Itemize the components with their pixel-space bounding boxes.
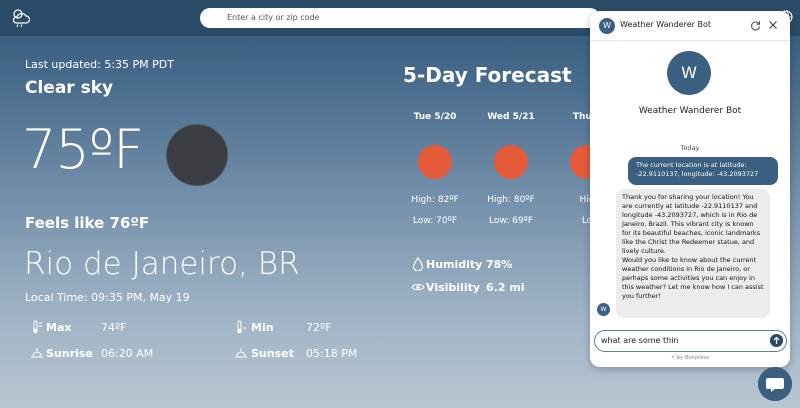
- weather-condition: Clear sky: [25, 78, 114, 98]
- humidity-value: 78%: [486, 258, 513, 271]
- bot-message-text: Thank you for sharing your location! You…: [622, 193, 761, 255]
- bot-avatar-small: W: [597, 303, 610, 316]
- forecast-weather-icon: [418, 145, 452, 179]
- humidity-label: Humidity: [426, 258, 483, 271]
- forecast-day: Wed 5/21: [487, 112, 535, 122]
- sunset-label: Sunset: [251, 347, 294, 360]
- forecast-day: Tue 5/20: [413, 112, 457, 122]
- bot-message-text: Would you like to know about the current…: [622, 256, 764, 300]
- weather-icon: [166, 124, 228, 186]
- bot-name: Weather Wanderer Bot: [638, 106, 742, 116]
- chat-widget: W Weather Wanderer Bot W Weather Wandere…: [590, 11, 790, 367]
- chat-header-title: Weather Wanderer Bot: [620, 20, 711, 29]
- close-icon[interactable]: [768, 20, 778, 30]
- city-name: Rio de Janeiro, BR: [24, 246, 300, 282]
- search-input[interactable]: Enter a city or zip code: [200, 8, 600, 28]
- bot-avatar: W: [599, 18, 615, 34]
- forecast-low: Low: 70ºF: [413, 216, 457, 226]
- forecast-weather-icon: [494, 145, 528, 179]
- refresh-icon[interactable]: [750, 20, 761, 31]
- sunset-value: 05:18 PM: [306, 347, 358, 360]
- bot-message: Thank you for sharing your location! You…: [616, 189, 770, 318]
- visibility-label: Visibility: [426, 281, 481, 294]
- thermometer-high-icon: [33, 320, 42, 334]
- forecast-high: High: 82ºF: [411, 195, 459, 205]
- date-divider: Today: [680, 144, 700, 152]
- sunrise-label: Sunrise: [46, 347, 93, 360]
- cloud-sun-icon[interactable]: [10, 6, 32, 28]
- min-value: 72ºF: [306, 321, 332, 334]
- eye-icon: [411, 283, 425, 291]
- min-label: Min: [251, 321, 274, 334]
- forecast-low: Low: 69ºF: [489, 216, 533, 226]
- current-temperature: 75ºF: [22, 118, 144, 181]
- user-message: The current location is at latitude: -22…: [628, 157, 778, 185]
- visibility-value: 6.2 mi: [486, 281, 525, 294]
- feels-like: Feels like 76ºF: [25, 214, 150, 232]
- chat-header: W Weather Wanderer Bot: [590, 11, 790, 41]
- droplet-icon: [412, 257, 424, 271]
- chat-input[interactable]: what are some thin: [594, 330, 787, 352]
- powered-by[interactable]: ⚡ by Botpress: [590, 355, 790, 361]
- chat-toggle-button[interactable]: [758, 367, 792, 401]
- forecast-high: High: 80ºF: [487, 195, 535, 205]
- bot-avatar-large: W: [667, 51, 711, 95]
- max-label: Max: [46, 321, 72, 334]
- forecast-title: 5-Day Forecast: [403, 63, 572, 87]
- sunrise-value: 06:20 AM: [101, 347, 154, 360]
- max-value: 74ºF: [101, 321, 127, 334]
- sunset-icon: [235, 348, 247, 358]
- last-updated: Last updated: 5:35 PM PDT: [25, 58, 174, 71]
- sunrise-icon: [31, 348, 43, 358]
- thermometer-low-icon: [237, 320, 246, 334]
- send-icon[interactable]: [770, 334, 783, 347]
- local-time: Local Time: 09:35 PM, May 19: [25, 291, 190, 304]
